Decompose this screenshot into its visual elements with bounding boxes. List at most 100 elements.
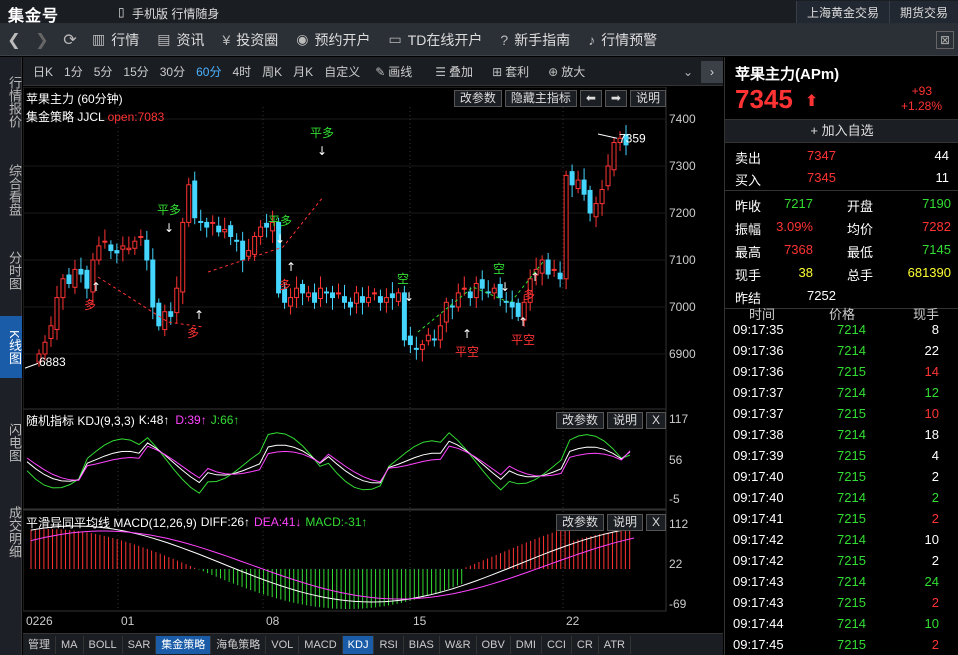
- overlay-button[interactable]: ☰ 叠加: [435, 63, 473, 80]
- kdj-j-line: [26, 432, 631, 494]
- indicator-tab[interactable]: BIAS: [404, 635, 440, 654]
- indicator-tab[interactable]: W&R: [440, 635, 477, 654]
- indicator-tab[interactable]: DMI: [511, 635, 542, 654]
- hide-indicator-button[interactable]: 隐藏主指标: [504, 89, 577, 107]
- candle-body: [371, 292, 377, 295]
- y-tick-label: 7400: [669, 112, 696, 126]
- kdj-help-button[interactable]: 说明: [606, 411, 643, 429]
- macd-help-button[interactable]: 说明: [606, 513, 643, 531]
- indicator-tab[interactable]: OBV: [477, 635, 511, 654]
- y-ticks: 7400 7300 7200 7100 7000 6900 117 56 -5 112 22 -69: [669, 112, 696, 611]
- indicator-tab[interactable]: ATR: [599, 635, 631, 654]
- trade-row: 09:17:45 7215 2: [725, 634, 958, 655]
- period-bar: 日K 1分 5分 15分 30分 60分 4时 周K 月K 自定义 ✎ 画线 ☰ 叠…: [23, 57, 723, 86]
- indicator-tab[interactable]: BOLL: [84, 635, 123, 654]
- indicator-tab[interactable]: MA: [56, 635, 84, 654]
- candle-body: [330, 292, 335, 299]
- trade-time: 09:17:43: [733, 574, 784, 589]
- nav-guide[interactable]: ? 新手指南: [492, 24, 580, 56]
- sge-link[interactable]: 上海黄金交易: [795, 1, 889, 23]
- indicator-tab[interactable]: VOL: [266, 635, 300, 654]
- collapse-icon[interactable]: ⊠: [936, 31, 954, 49]
- back-icon[interactable]: ❮: [0, 30, 28, 50]
- kline-help-button[interactable]: 说明: [629, 89, 666, 107]
- candle-body: [204, 221, 210, 228]
- app-logo: 集金号: [8, 8, 60, 25]
- kline-title: 苹果主力 (60分钟): [26, 91, 123, 106]
- refresh-icon[interactable]: ⟳: [56, 30, 84, 50]
- period-4h[interactable]: 4时: [232, 63, 251, 80]
- candle-body: [473, 283, 479, 299]
- period-30m[interactable]: 30分: [160, 63, 185, 80]
- candle-body: [383, 297, 389, 303]
- sidebar-item-trades[interactable]: 成交明细: [0, 495, 22, 569]
- phone-version-link[interactable]: 手机版 行情随身: [132, 5, 219, 22]
- period-custom[interactable]: 自定义: [324, 63, 360, 80]
- sidebar-item-overview[interactable]: 综合看盘: [0, 153, 22, 227]
- macd-close-button[interactable]: X: [645, 513, 666, 531]
- kdj-params-button[interactable]: 改参数: [555, 411, 604, 429]
- sidebar-item-flash[interactable]: 闪电图: [0, 415, 22, 469]
- kdj-y-tick: 117: [669, 412, 688, 426]
- futures-link[interactable]: 期货交易: [888, 1, 958, 23]
- kdj-j: J:66↑: [210, 413, 240, 427]
- phone-icon[interactable]: ▯: [118, 5, 125, 19]
- add-watchlist-button[interactable]: + 加入自选: [725, 119, 958, 143]
- period-month[interactable]: 月K: [293, 63, 313, 80]
- nav-alert[interactable]: ♪ 行情预警: [580, 24, 667, 56]
- sidebar-item-quotes[interactable]: 行情报价: [0, 65, 22, 139]
- stat-value: 7282: [922, 219, 951, 234]
- trade-price: 7214: [837, 385, 866, 400]
- indicator-tab[interactable]: 海龟策略: [211, 635, 267, 654]
- kdj-close-button[interactable]: X: [645, 411, 666, 429]
- indicator-tab[interactable]: KDJ: [342, 635, 375, 654]
- indicator-tab[interactable]: RSI: [374, 635, 404, 654]
- sidebar-item-timeshare[interactable]: 分时图: [0, 243, 22, 297]
- chevron-right-icon[interactable]: ›: [701, 60, 723, 83]
- trade-price: 7215: [837, 511, 866, 526]
- candle-body: [192, 180, 198, 219]
- draw-line-button[interactable]: ✎ 画线: [375, 63, 412, 80]
- nav-quotes[interactable]: ▥ 行情: [84, 24, 149, 56]
- dropdown-icon[interactable]: ⌄: [683, 65, 693, 79]
- nav-td-account[interactable]: ▭ TD在线开户: [380, 24, 492, 56]
- candle-body: [210, 221, 216, 224]
- candle-body: [78, 268, 84, 275]
- trade-price: 7214: [837, 490, 866, 505]
- nav-news[interactable]: ▤ 资讯: [149, 24, 214, 56]
- kline-params-button[interactable]: 改参数: [453, 89, 502, 107]
- period-day[interactable]: 日K: [33, 63, 53, 80]
- arbitrage-button[interactable]: ⊞ 套利: [492, 63, 529, 80]
- period-5m[interactable]: 5分: [94, 63, 113, 80]
- bid-volume: 11: [935, 170, 950, 185]
- indicator-tab[interactable]: CCI: [542, 635, 572, 654]
- indicator-tab[interactable]: MACD: [299, 635, 343, 654]
- period-week[interactable]: 周K: [262, 63, 282, 80]
- zoom-button[interactable]: ⊕ 放大: [548, 63, 585, 80]
- signal-label: 多: [187, 326, 199, 340]
- trade-price: 7215: [837, 637, 866, 652]
- period-15m[interactable]: 15分: [123, 63, 148, 80]
- arrow-left-icon[interactable]: ⬅: [579, 89, 602, 107]
- arrow-right-icon[interactable]: ➡: [604, 89, 627, 107]
- period-60m[interactable]: 60分: [196, 63, 221, 80]
- indicator-tab[interactable]: 集金策略: [156, 635, 212, 654]
- sidebar-item-kline[interactable]: K线图: [0, 316, 22, 378]
- indicator-tab[interactable]: 管理: [23, 635, 56, 654]
- indicator-tab[interactable]: CR: [572, 635, 599, 654]
- arrow-down-icon: ↓: [275, 232, 285, 246]
- stat-label: 开盘: [847, 199, 874, 214]
- trade-volume: 12: [924, 385, 939, 400]
- stat-label: 最低: [847, 245, 874, 260]
- open-label: open:7083: [107, 110, 165, 124]
- nav-reserve[interactable]: ◉ 预约开户: [288, 24, 380, 56]
- period-1m[interactable]: 1分: [64, 63, 83, 80]
- macd-params-button[interactable]: 改参数: [555, 513, 604, 531]
- stat-row: 振幅 3.09% 均价 7282: [725, 216, 958, 237]
- nav-invest[interactable]: ¥ 投资圈: [214, 24, 288, 56]
- trade-time: 09:17:37: [733, 406, 784, 421]
- indicator-tab[interactable]: SAR: [123, 635, 157, 654]
- candle-body: [437, 325, 443, 341]
- forward-icon[interactable]: ❯: [28, 30, 56, 50]
- y-tick-label: 7300: [669, 159, 696, 173]
